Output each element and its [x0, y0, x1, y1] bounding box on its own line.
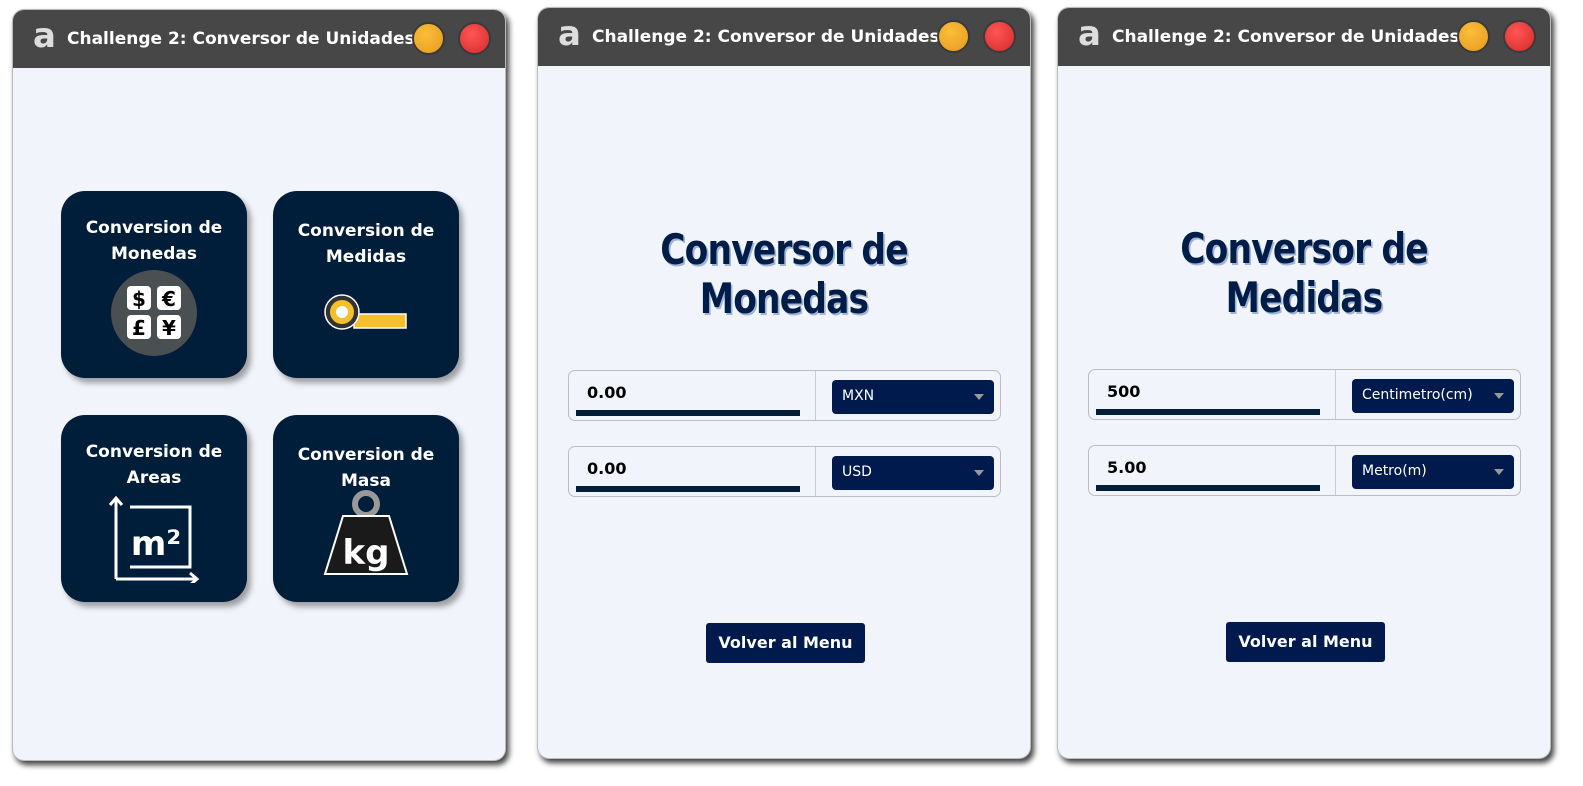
window-title: Challenge 2: Conversor de Unidades — [67, 29, 415, 49]
card-label: Conversion de Masa — [297, 445, 435, 491]
title-bar: a Challenge 2: Conversor de Unidades — [13, 10, 505, 68]
close-button[interactable] — [1503, 20, 1536, 53]
monedas-window: a Challenge 2: Conversor de Unidades Con… — [537, 7, 1031, 759]
input-underline — [576, 410, 800, 416]
svg-text:m²: m² — [131, 524, 181, 564]
svg-text:$: $ — [132, 287, 146, 311]
svg-text:€: € — [161, 287, 176, 311]
input-underline — [576, 486, 800, 492]
card-label: Conversion de Medidas — [297, 221, 435, 267]
divider — [815, 371, 816, 420]
back-to-menu-button[interactable]: Volver al Menu — [706, 623, 865, 663]
currency-select-to[interactable]: USD — [832, 456, 994, 490]
close-button[interactable] — [983, 20, 1016, 53]
window-title: Challenge 2: Conversor de Unidades — [592, 27, 940, 47]
length-output[interactable]: 5.00 — [1107, 458, 1146, 477]
square-meter-icon: m² — [108, 495, 200, 583]
unit-select-to[interactable]: Metro(m) — [1352, 455, 1514, 489]
chevron-down-icon — [974, 470, 984, 476]
window-title: Challenge 2: Conversor de Unidades — [1112, 27, 1460, 47]
input-underline — [1096, 409, 1320, 415]
divider — [1335, 446, 1336, 495]
amount-field-from[interactable]: 0.00 MXN — [568, 370, 1001, 421]
minimize-button[interactable] — [412, 22, 445, 55]
app-logo: a — [1078, 14, 1101, 54]
chevron-down-icon — [1494, 469, 1504, 475]
length-field-from[interactable]: 500 Centimetro(cm) — [1088, 369, 1521, 420]
minimize-button[interactable] — [1457, 20, 1490, 53]
currency-select-from[interactable]: MXN — [832, 380, 994, 414]
close-button[interactable] — [458, 22, 491, 55]
back-to-menu-button[interactable]: Volver al Menu — [1226, 622, 1385, 662]
page-title: Conversor de Monedas — [660, 225, 908, 323]
card-medidas[interactable]: Conversion de Medidas — [273, 191, 459, 378]
page-title: Conversor de Medidas — [1180, 224, 1428, 322]
svg-text:kg: kg — [343, 533, 390, 573]
chevron-down-icon — [1494, 393, 1504, 399]
length-input[interactable]: 500 — [1107, 382, 1140, 401]
card-label: Conversion de Areas — [85, 442, 223, 488]
input-underline — [1096, 485, 1320, 491]
card-areas[interactable]: Conversion de Areas m² — [61, 415, 247, 602]
divider — [815, 447, 816, 496]
select-value: MXN — [842, 388, 875, 404]
app-logo: a — [33, 16, 56, 56]
minimize-button[interactable] — [937, 20, 970, 53]
tape-measure-icon — [324, 294, 407, 330]
amount-field-to[interactable]: 0.00 USD — [568, 446, 1001, 497]
card-masa[interactable]: Conversion de Masa kg — [273, 415, 459, 602]
currency-icon: $ € £ ¥ — [111, 270, 197, 356]
title-bar: a Challenge 2: Conversor de Unidades — [538, 8, 1030, 66]
app-logo: a — [558, 14, 581, 54]
title-bar: a Challenge 2: Conversor de Unidades — [1058, 8, 1550, 66]
divider — [1335, 370, 1336, 419]
svg-text:¥: ¥ — [162, 316, 176, 340]
length-field-to[interactable]: 5.00 Metro(m) — [1088, 445, 1521, 496]
select-value: Centimetro(cm) — [1362, 387, 1473, 403]
select-value: USD — [842, 464, 872, 480]
amount-input[interactable]: 0.00 — [587, 383, 626, 402]
unit-select-from[interactable]: Centimetro(cm) — [1352, 379, 1514, 413]
kg-weight-icon: kg — [323, 490, 409, 575]
card-monedas[interactable]: Conversion de Monedas $ € £ ¥ — [61, 191, 247, 378]
select-value: Metro(m) — [1362, 463, 1427, 479]
svg-text:£: £ — [132, 316, 146, 340]
menu-window: a Challenge 2: Conversor de Unidades Con… — [12, 9, 506, 761]
amount-output[interactable]: 0.00 — [587, 459, 626, 478]
chevron-down-icon — [974, 394, 984, 400]
card-label: Conversion de Monedas — [85, 218, 223, 264]
medidas-window: a Challenge 2: Conversor de Unidades Con… — [1057, 7, 1551, 759]
